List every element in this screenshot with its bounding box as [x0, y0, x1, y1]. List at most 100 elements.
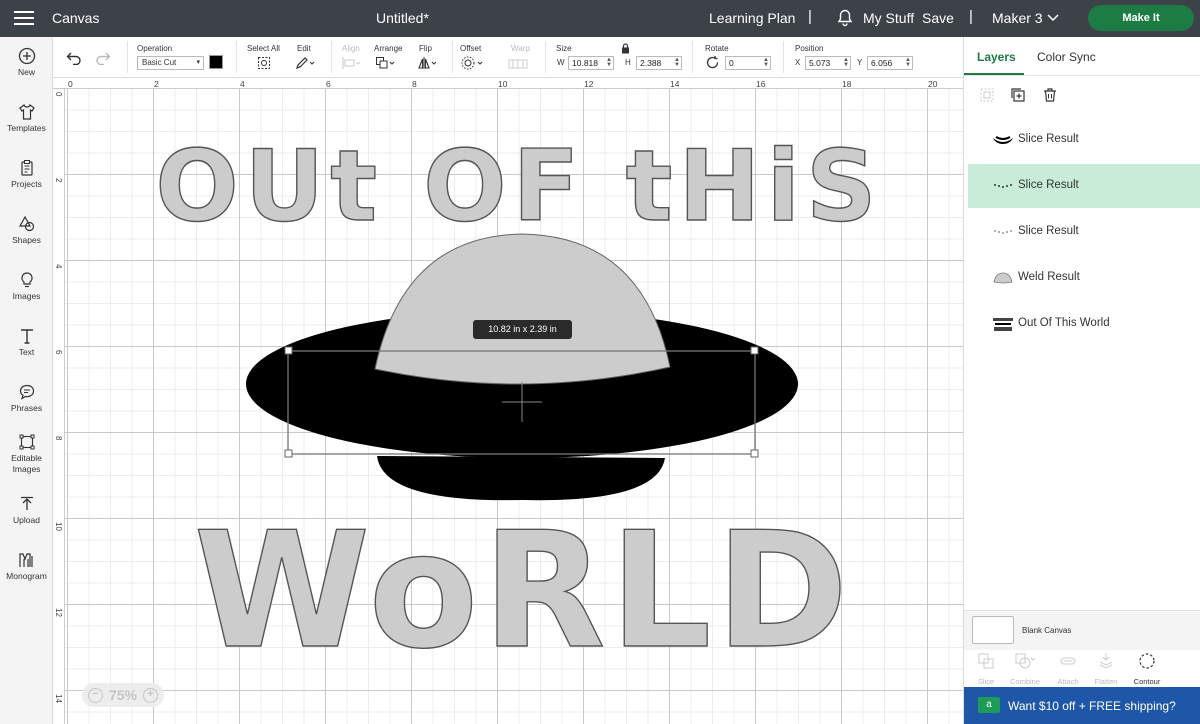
- divider: [452, 41, 453, 73]
- flip-label: Flip: [419, 44, 432, 53]
- layer-label: Weld Result: [1018, 271, 1080, 283]
- chevron-down-icon[interactable]: [1047, 13, 1059, 23]
- my-stuff-link[interactable]: My Stuff: [863, 10, 914, 26]
- speech-bubble-icon: [19, 384, 34, 400]
- zoom-in-button[interactable]: +: [143, 687, 158, 703]
- layer-thumbnail-icon: [994, 184, 1012, 188]
- bell-icon[interactable]: [837, 9, 853, 27]
- resize-handle[interactable]: [750, 449, 759, 458]
- sidebar-label: Shapes: [12, 235, 41, 245]
- operation-select[interactable]: Basic Cut ▾: [137, 56, 204, 70]
- position-y-field[interactable]: 6.056 ▲ ▼: [867, 56, 913, 70]
- sidebar-item-projects[interactable]: Projects: [0, 159, 53, 190]
- menu-icon[interactable]: [14, 11, 34, 25]
- layer-tools: Slice Combine Attach Flatten Contour: [964, 650, 1200, 687]
- stepper-icon[interactable]: ▲ ▼: [905, 57, 911, 68]
- sidebar-item-templates[interactable]: Templates: [0, 103, 53, 134]
- planet-bottom-shape[interactable]: [377, 456, 665, 501]
- sidebar-item-new[interactable]: New: [0, 47, 53, 78]
- stepper-icon[interactable]: ▲ ▼: [763, 57, 769, 68]
- undo-icon[interactable]: [66, 51, 82, 65]
- sidebar-item-editable-images[interactable]: Editable Images: [0, 433, 53, 475]
- promo-banner[interactable]: a Want $10 off + FREE shipping?: [964, 687, 1200, 724]
- redo-icon[interactable]: [95, 51, 111, 65]
- position-x-value: 5.073: [809, 58, 831, 68]
- app-title: Canvas: [52, 10, 100, 26]
- blank-canvas-row[interactable]: Blank Canvas: [964, 610, 1200, 650]
- pen-edit-icon[interactable]: [295, 56, 315, 70]
- sidebar-item-text[interactable]: Text: [0, 327, 53, 358]
- dimension-badge: 10.82 in x 2.39 in: [473, 320, 572, 339]
- stepper-icon[interactable]: ▲ ▼: [606, 57, 612, 68]
- design-artwork[interactable]: OUt OF tHiS WoRLD: [53, 78, 963, 724]
- position-x-field[interactable]: 5.073 ▲ ▼: [805, 56, 851, 70]
- height-field[interactable]: 2.388 ▲ ▼: [636, 56, 682, 70]
- layer-thumbnail-icon: [993, 136, 1013, 144]
- arrange-icon[interactable]: [375, 56, 397, 70]
- monogram-icon: [18, 553, 33, 567]
- offset-icon[interactable]: [461, 56, 485, 70]
- arrange-label: Arrange: [374, 44, 403, 53]
- position-label: Position: [795, 44, 824, 53]
- paperclip-icon: [1060, 657, 1076, 665]
- flatten-button[interactable]: Flatten: [1086, 652, 1126, 686]
- lock-icon[interactable]: [621, 43, 630, 54]
- combine-button[interactable]: Combine: [1005, 652, 1045, 686]
- stepper-icon[interactable]: ▲ ▼: [843, 57, 849, 68]
- rotate-icon[interactable]: [705, 55, 720, 70]
- layer-row[interactable]: Out Of This World: [968, 302, 1200, 346]
- lightbulb-icon: [20, 272, 33, 288]
- top-bar: Canvas Untitled* Learning Plan | My Stuf…: [0, 0, 1200, 37]
- layer-row-selected[interactable]: Slice Result: [968, 164, 1200, 208]
- sidebar-item-shapes[interactable]: Shapes: [0, 215, 53, 246]
- tab-layers[interactable]: Layers: [977, 50, 1016, 64]
- projects-icon: [20, 160, 33, 176]
- layer-row[interactable]: Weld Result: [968, 256, 1200, 300]
- resize-handle[interactable]: [750, 346, 759, 355]
- layer-row[interactable]: Slice Result: [968, 210, 1200, 254]
- tab-color-sync[interactable]: Color Sync: [1037, 50, 1096, 64]
- trash-icon[interactable]: [1042, 87, 1058, 103]
- promo-text: Want $10 off + FREE shipping?: [1008, 699, 1176, 713]
- active-tab-indicator: [964, 73, 1024, 75]
- title-text-bottom[interactable]: WoRLD: [193, 496, 853, 684]
- width-field[interactable]: 10.818 ▲ ▼: [568, 56, 614, 70]
- resize-handle[interactable]: [284, 346, 293, 355]
- sidebar-item-monogram[interactable]: Monogram: [0, 551, 53, 582]
- sidebar-label: Phrases: [10, 403, 43, 413]
- planet-dome-shape[interactable]: [374, 233, 671, 385]
- save-button[interactable]: Save: [922, 10, 954, 26]
- divider: [331, 41, 332, 73]
- learning-plan-link[interactable]: Learning Plan: [709, 10, 795, 26]
- duplicate-icon[interactable]: [1010, 87, 1026, 103]
- blank-canvas-swatch[interactable]: [972, 616, 1014, 644]
- select-all-icon[interactable]: [257, 56, 271, 70]
- width-value: 10.818: [572, 58, 598, 68]
- divider: |: [808, 8, 812, 25]
- operation-label: Operation: [137, 44, 173, 53]
- divider: [236, 41, 237, 73]
- resize-handle[interactable]: [284, 449, 293, 458]
- flip-icon[interactable]: [417, 56, 439, 70]
- layer-label: Slice Result: [1018, 133, 1079, 145]
- slice-button[interactable]: Slice: [966, 652, 1006, 686]
- zoom-out-button[interactable]: −: [88, 687, 103, 703]
- contour-button[interactable]: Contour: [1127, 652, 1167, 686]
- attach-button[interactable]: Attach: [1048, 652, 1088, 686]
- document-title[interactable]: Untitled*: [376, 10, 429, 26]
- make-it-button[interactable]: Make It: [1088, 5, 1194, 31]
- tool-label: Attach: [1057, 677, 1079, 686]
- sidebar-item-phrases[interactable]: Phrases: [0, 383, 53, 414]
- divider: [783, 41, 784, 73]
- machine-select[interactable]: Maker 3: [992, 10, 1043, 26]
- rotate-field[interactable]: 0 ▲ ▼: [725, 56, 771, 70]
- blank-canvas-label: Blank Canvas: [1022, 626, 1072, 635]
- stepper-icon[interactable]: ▲ ▼: [674, 57, 680, 68]
- edit-toolbar: Operation Basic Cut ▾ Select All Edit Ali…: [53, 37, 963, 78]
- operation-color-swatch[interactable]: [209, 55, 223, 69]
- title-text-top[interactable]: OUt OF tHiS: [155, 129, 882, 244]
- sidebar-item-upload[interactable]: Upload: [0, 495, 53, 526]
- flatten-icon: [1099, 653, 1113, 669]
- sidebar-item-images[interactable]: Images: [0, 271, 53, 302]
- layer-row[interactable]: Slice Result: [968, 118, 1200, 162]
